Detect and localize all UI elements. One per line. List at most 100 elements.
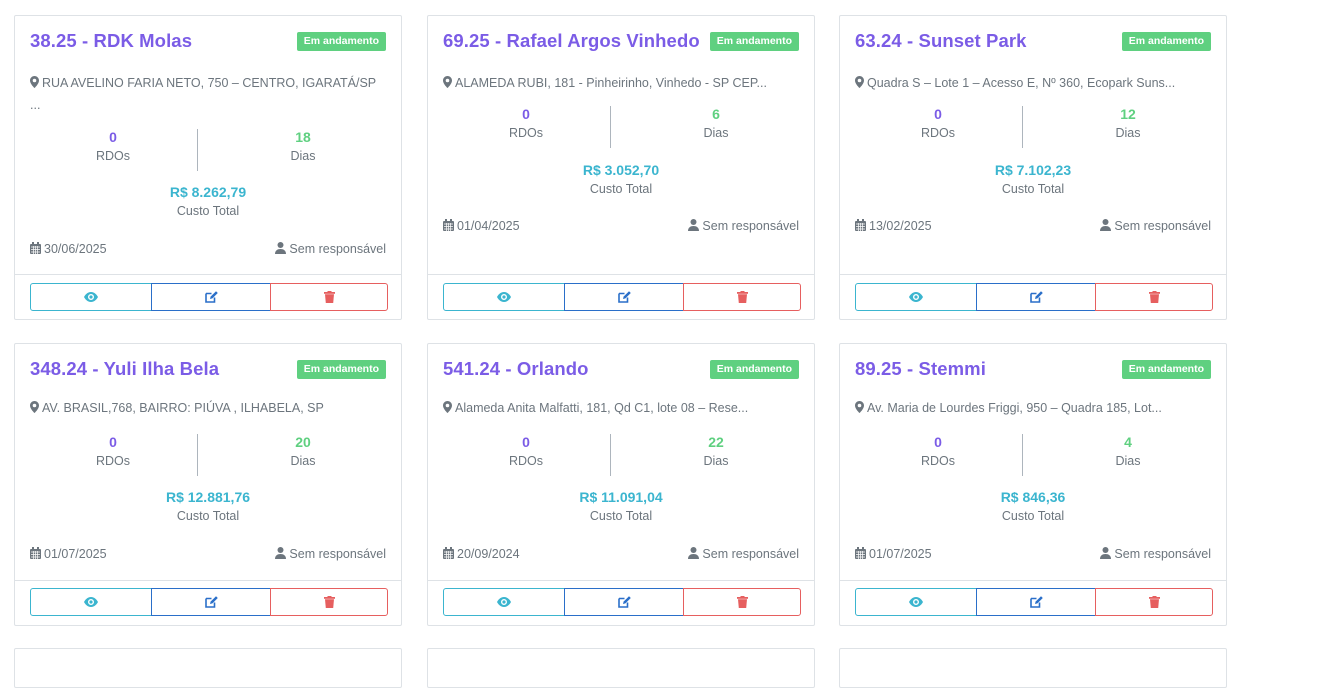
days-label: Dias [290,149,316,163]
card-title[interactable]: 89.25 - Stemmi [855,358,986,380]
date-text: 01/04/2025 [457,219,520,233]
edit-icon [204,291,218,303]
days-stat: 6 Dias [621,106,811,143]
card-divider [15,274,401,275]
calendar-icon [855,219,866,231]
days-count: 18 [295,129,311,145]
total-cost-label: Custo Total [1001,509,1065,523]
days-stat: 22 Dias [621,434,811,471]
card-divider [15,580,401,581]
trash-icon [736,596,748,608]
edit-button[interactable] [151,588,271,616]
map-marker-icon [30,76,39,88]
project-card: 89.25 - Stemmi Em andamento Av. Maria de… [839,343,1227,626]
edit-button[interactable] [976,283,1096,311]
total-cost-label: Custo Total [1001,182,1065,196]
view-button[interactable] [855,283,977,311]
total-cost: R$ 11.091,04 Custo Total [428,489,814,526]
project-card-partial [14,648,402,688]
responsible-text: Sem responsável [289,242,386,256]
card-divider [840,580,1226,581]
calendar-icon [443,219,454,231]
days-count: 4 [1124,434,1132,450]
total-cost-value: R$ 7.102,23 [994,162,1072,178]
project-card: 63.24 - Sunset Park Em andamento Quadra … [839,15,1227,320]
card-actions [443,283,801,311]
date-text: 01/07/2025 [869,547,932,561]
rdos-stat: 0 RDOs [431,434,621,471]
calendar-icon [30,242,41,254]
stat-divider [610,434,611,476]
card-footer-info: 01/07/2025 Sem responsável [30,547,386,563]
card-title[interactable]: 38.25 - RDK Molas [30,30,192,52]
card-divider [840,274,1226,275]
days-count: 6 [712,106,720,122]
edit-button[interactable] [151,283,271,311]
calendar-icon [30,547,41,559]
project-card-partial [839,648,1227,688]
delete-button[interactable] [270,588,388,616]
total-cost: R$ 846,36 Custo Total [840,489,1226,526]
card-actions [30,588,388,616]
date-text: 13/02/2025 [869,219,932,233]
address-text: Av. Maria de Lourdes Friggi, 950 – Quadr… [867,401,1162,415]
trash-icon [736,291,748,303]
responsible-text: Sem responsável [289,547,386,561]
rdos-label: RDOs [95,454,131,468]
total-cost: R$ 7.102,23 Custo Total [840,162,1226,199]
eye-icon [909,597,923,607]
card-address: ALAMEDA RUBI, 181 - Pinheirinho, Vinhedo… [443,72,795,94]
card-footer-info: 20/09/2024 Sem responsável [443,547,799,563]
total-cost-label: Custo Total [589,509,653,523]
card-responsible: Sem responsável [275,547,386,561]
edit-icon [1029,596,1043,608]
card-divider [428,580,814,581]
card-responsible: Sem responsável [275,242,386,256]
days-stat: 20 Dias [208,434,398,471]
card-date: 20/09/2024 [443,547,520,561]
responsible-text: Sem responsável [702,219,799,233]
delete-button[interactable] [1095,588,1213,616]
edit-button[interactable] [564,588,684,616]
card-title[interactable]: 63.24 - Sunset Park [855,30,1027,52]
user-icon [275,547,287,559]
card-title[interactable]: 69.25 - Rafael Argos Vinhedo [443,30,700,52]
view-button[interactable] [30,588,152,616]
view-button[interactable] [443,283,565,311]
delete-button[interactable] [270,283,388,311]
rdos-stat: 0 RDOs [18,129,208,166]
status-badge: Em andamento [1121,360,1211,379]
card-footer-info: 01/07/2025 Sem responsável [855,547,1211,563]
map-marker-icon [443,76,452,88]
view-button[interactable] [443,588,565,616]
delete-button[interactable] [683,588,801,616]
card-actions [443,588,801,616]
card-footer-info: 01/04/2025 Sem responsável [443,219,799,235]
view-button[interactable] [30,283,152,311]
map-marker-icon [443,401,452,413]
card-actions [855,588,1213,616]
edit-button[interactable] [564,283,684,311]
edit-button[interactable] [976,588,1096,616]
card-title[interactable]: 541.24 - Orlando [443,358,589,380]
card-footer-info: 13/02/2025 Sem responsável [855,219,1211,235]
eye-icon [497,292,511,302]
view-button[interactable] [855,588,977,616]
delete-button[interactable] [683,283,801,311]
days-count: 12 [1120,106,1136,122]
project-card-partial [427,648,815,688]
eye-icon [909,292,923,302]
trash-icon [1148,291,1160,303]
card-title[interactable]: 348.24 - Yuli Ilha Bela [30,358,219,380]
total-cost-label: Custo Total [589,182,653,196]
project-card: 541.24 - Orlando Em andamento Alameda An… [427,343,815,626]
delete-button[interactable] [1095,283,1213,311]
address-more: ... [30,98,41,112]
days-label: Dias [1115,454,1141,468]
card-stats: 0 RDOs 12 Dias [840,106,1226,148]
card-actions [30,283,388,311]
date-text: 20/09/2024 [457,547,520,561]
card-stats: 0 RDOs 18 Dias [15,129,401,171]
card-address: AV. BRASIL,768, BAIRRO: PIÚVA , ILHABELA… [30,397,382,419]
card-address: Av. Maria de Lourdes Friggi, 950 – Quadr… [855,397,1207,419]
